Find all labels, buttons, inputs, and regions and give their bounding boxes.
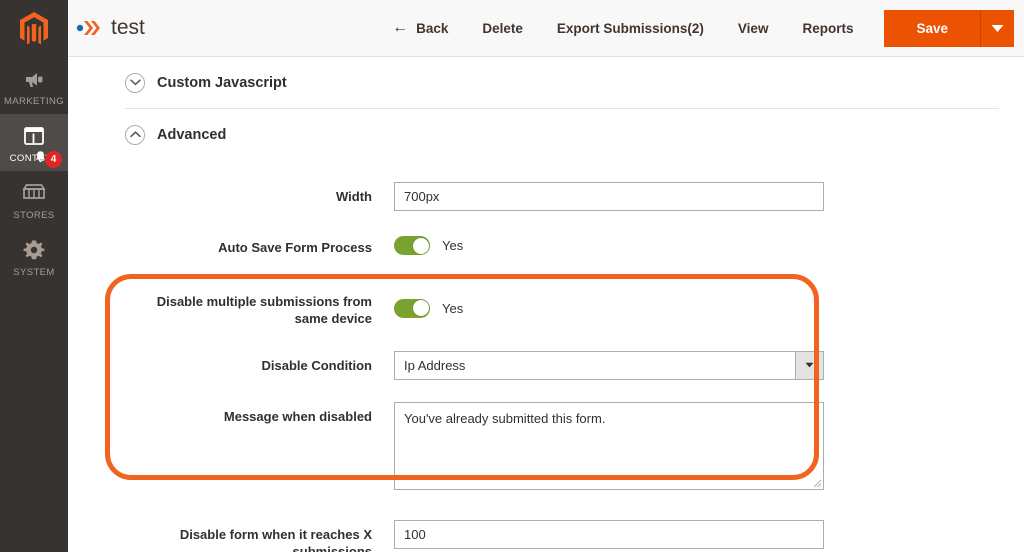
- export-submissions-button[interactable]: Export Submissions(2): [540, 21, 721, 36]
- auto-save-label: Auto Save Form Process: [218, 240, 372, 255]
- disable-multiple-toggle[interactable]: [394, 298, 430, 318]
- save-button-group: Save: [884, 9, 1014, 47]
- reports-button[interactable]: Reports: [785, 21, 870, 36]
- sidebar-item-content[interactable]: CONTENT 4: [0, 114, 68, 171]
- disable-condition-control: Ip Address: [394, 350, 824, 380]
- section-title: Advanced: [157, 126, 227, 143]
- section-custom-javascript[interactable]: Custom Javascript: [125, 57, 999, 108]
- section-advanced[interactable]: Advanced: [125, 109, 999, 160]
- sidebar-item-system[interactable]: SYSTEM: [0, 228, 68, 285]
- save-button[interactable]: Save: [884, 9, 980, 47]
- toggle-knob: [412, 237, 429, 254]
- page-title-wrap: test: [76, 16, 145, 40]
- megaphone-icon: [23, 66, 45, 92]
- sidebar-item-label: MARKETING: [3, 96, 65, 107]
- caret-down-icon: [991, 21, 1004, 36]
- sidebar-item-label: STORES: [13, 210, 55, 221]
- double-chevron-icon: [76, 19, 102, 37]
- layout-icon: [23, 123, 45, 149]
- disable-condition-label: Disable Condition: [261, 357, 373, 373]
- back-button[interactable]: ← Back: [375, 19, 465, 37]
- admin-sidebar: MARKETING CONTENT 4 STORES SYSTEM: [0, 0, 68, 552]
- badge-count: 4: [45, 151, 62, 168]
- select-arrow-icon[interactable]: [795, 351, 823, 379]
- max-submissions-input[interactable]: [394, 519, 824, 549]
- delete-button[interactable]: Delete: [465, 21, 540, 36]
- field-row-disabled-message: Message when disabled: [125, 401, 999, 495]
- max-submissions-control: Current submission counter: 2: [394, 519, 824, 552]
- section-title: Custom Javascript: [157, 74, 287, 91]
- page-title: test: [111, 16, 145, 39]
- disable-condition-value: Ip Address: [394, 350, 824, 380]
- width-input[interactable]: [394, 182, 824, 211]
- field-row-width: Width: [125, 182, 999, 211]
- disabled-message-label: Message when disabled: [223, 408, 372, 424]
- field-row-disable-multiple: Disable multiple submissions from same d…: [125, 287, 999, 328]
- admin-page: MARKETING CONTENT 4 STORES SYSTEM test ←…: [0, 0, 1024, 552]
- width-label: Width: [336, 189, 372, 204]
- field-row-disable-condition: Disable Condition Ip Address: [125, 350, 999, 380]
- view-button[interactable]: View: [721, 21, 786, 36]
- notification-badge[interactable]: 4: [34, 150, 62, 169]
- arrow-left-icon: ←: [392, 19, 409, 36]
- gear-icon: [23, 237, 45, 263]
- max-submissions-label: Disable form when it reaches X submissio…: [179, 526, 372, 552]
- disabled-message-textarea[interactable]: [394, 401, 824, 490]
- auto-save-state: Yes: [442, 238, 464, 254]
- auto-save-toggle[interactable]: [394, 236, 430, 256]
- page-header: test ← Back Delete Export Submissions(2)…: [68, 0, 1024, 57]
- disable-multiple-label: Disable multiple submissions from same d…: [156, 293, 372, 327]
- disabled-message-control: [394, 401, 824, 495]
- field-row-max-submissions: Disable form when it reaches X submissio…: [125, 519, 999, 552]
- form-content: Custom Javascript Advanced Width Auto Sa…: [68, 57, 1024, 552]
- sidebar-item-marketing[interactable]: MARKETING: [0, 57, 68, 114]
- storefront-icon: [22, 180, 46, 206]
- magento-logo[interactable]: [0, 0, 68, 57]
- toggle-knob: [412, 300, 429, 317]
- disable-multiple-control: Yes: [394, 287, 824, 328]
- back-button-label: Back: [416, 20, 449, 36]
- chevron-up-circle-icon: [125, 124, 145, 145]
- width-control: [394, 182, 824, 211]
- sidebar-item-stores[interactable]: STORES: [0, 171, 68, 228]
- header-actions: ← Back Delete Export Submissions(2) View…: [375, 0, 1024, 56]
- auto-save-control: Yes: [394, 233, 824, 257]
- disable-multiple-state: Yes: [442, 300, 464, 316]
- field-row-auto-save: Auto Save Form Process Yes: [125, 233, 999, 257]
- disable-condition-select[interactable]: Ip Address: [394, 350, 824, 380]
- chevron-down-circle-icon: [125, 72, 145, 93]
- sidebar-item-label: SYSTEM: [13, 267, 55, 278]
- save-dropdown-button[interactable]: [980, 9, 1014, 47]
